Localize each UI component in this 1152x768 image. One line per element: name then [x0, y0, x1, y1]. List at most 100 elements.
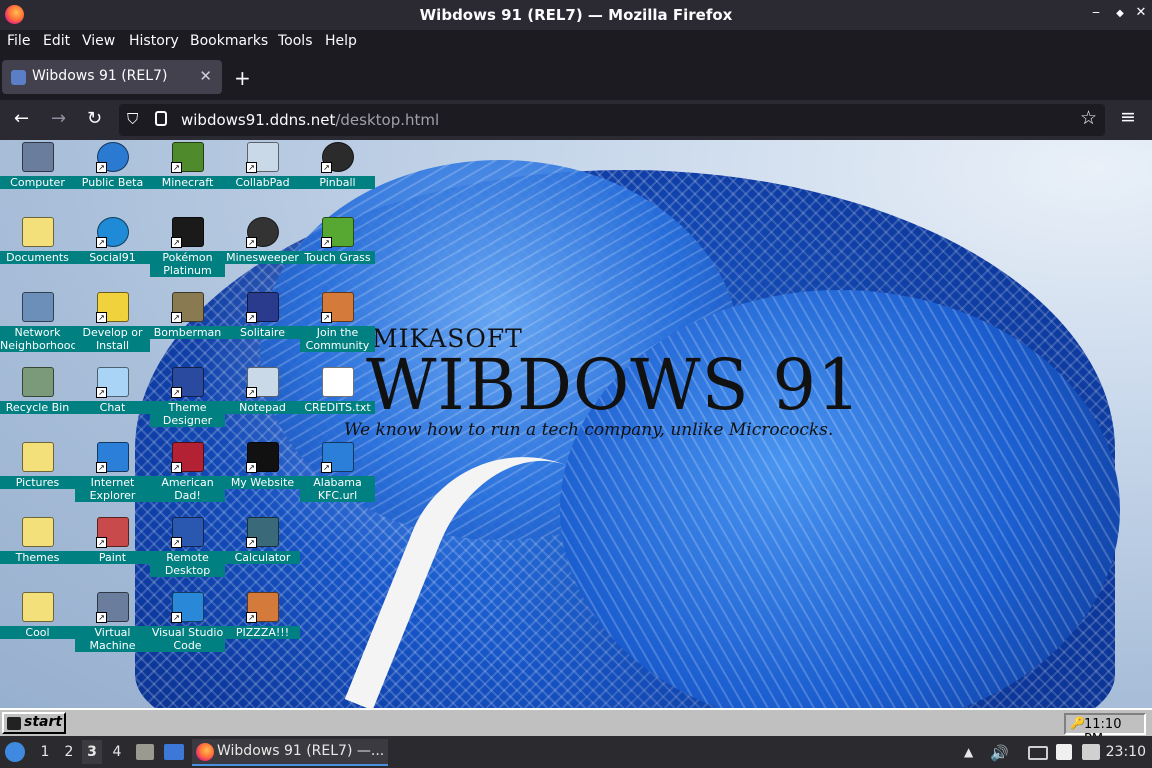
- close-window-button[interactable]: ✕: [1131, 5, 1151, 20]
- icon-glyph: [22, 367, 54, 397]
- desktop-icon[interactable]: ↗ Minesweeper: [225, 215, 300, 290]
- desktop-icon[interactable]: ↗ Notepad: [225, 365, 300, 440]
- desktop-icon-label: Documents: [0, 251, 75, 264]
- desktop-icon[interactable]: Network Neighborhood: [0, 290, 77, 365]
- desktop-icon-label: Public Beta: [75, 176, 150, 189]
- panel-clock[interactable]: 23:10: [1106, 744, 1146, 760]
- desktop-icon-label: Minesweeper: [225, 251, 300, 264]
- lock-icon[interactable]: [155, 111, 167, 126]
- reload-button[interactable]: ↻: [87, 108, 102, 129]
- icon-glyph: [22, 292, 54, 322]
- desktop-icon-label: Touch Grass: [300, 251, 375, 264]
- shortcut-arrow-icon: ↗: [96, 537, 107, 548]
- workspace-3[interactable]: 3: [82, 740, 102, 764]
- wibdows-desktop[interactable]: MIKASOFT WIBDOWS 91 We know how to run a…: [0, 140, 1152, 708]
- desktop-icon[interactable]: Pictures: [0, 440, 75, 515]
- recycle-bin-icon: [22, 367, 54, 397]
- desktop-icon[interactable]: ↗ Visual Studio Code: [150, 590, 225, 665]
- desktop-icon[interactable]: ↗ Develop or Install: [75, 290, 150, 365]
- desktop-icon-label: Notepad: [225, 401, 300, 414]
- folder-icon: [22, 592, 54, 622]
- desktop-icon[interactable]: ↗ Theme Designer: [150, 365, 225, 440]
- maximize-button[interactable]: ◆: [1110, 8, 1130, 19]
- menu-help[interactable]: Help: [325, 33, 357, 49]
- text-file-icon: [322, 367, 354, 397]
- system-panel: 1 2 3 4 Wibdows 91 (REL7) —... ▲ 🔊 23:10: [0, 736, 1152, 768]
- tray-up-icon[interactable]: ▲: [964, 745, 973, 759]
- shortcut-arrow-icon: ↗: [246, 312, 257, 323]
- window-title: Wibdows 91 (REL7) — Mozilla Firefox: [419, 6, 733, 24]
- desktop-icon[interactable]: ↗ Bomberman: [150, 290, 225, 365]
- back-button[interactable]: ←: [14, 108, 29, 129]
- clipboard-icon[interactable]: [1056, 744, 1072, 760]
- desktop-icon[interactable]: ↗ Virtual Machine: [75, 590, 150, 665]
- desktop-icon-label: Solitaire: [225, 326, 300, 339]
- desktop-icon[interactable]: Recycle Bin: [0, 365, 75, 440]
- desktop-icon[interactable]: Themes: [0, 515, 75, 590]
- close-tab-icon[interactable]: ✕: [199, 67, 212, 85]
- app-menu-button[interactable]: ≡: [1120, 106, 1136, 128]
- desktop-icon[interactable]: ↗ Minecraft: [150, 140, 225, 215]
- desktop-icon[interactable]: ↗ CollabPad: [225, 140, 300, 215]
- icon-glyph: [22, 217, 54, 247]
- desktop-icon[interactable]: ↗ Internet Explorer: [75, 440, 150, 515]
- tab-strip: Wibdows 91 (REL7) ✕ +: [0, 54, 1152, 100]
- desktop-icon-label: Alabama KFC.url: [300, 476, 375, 502]
- app-menu-icon[interactable]: [5, 742, 25, 762]
- desktop-icon[interactable]: ↗ Paint: [75, 515, 150, 590]
- desktop-icon[interactable]: ↗ Pokémon Platinum: [150, 215, 225, 290]
- show-desktop-icon[interactable]: [164, 744, 184, 760]
- workspace-1[interactable]: 1: [35, 744, 55, 760]
- desktop-icon-label: Minecraft: [150, 176, 225, 189]
- menu-history[interactable]: History: [129, 33, 179, 49]
- menu-bookmarks[interactable]: Bookmarks: [190, 33, 268, 49]
- desktop-icon[interactable]: ↗ Touch Grass: [300, 215, 375, 290]
- bookmark-star-icon[interactable]: ☆: [1080, 107, 1097, 129]
- display-icon[interactable]: [1028, 746, 1048, 760]
- workspace-4[interactable]: 4: [107, 744, 127, 760]
- menu-view[interactable]: View: [82, 33, 115, 49]
- desktop-icon[interactable]: ↗ PIZZZA!!!: [225, 590, 300, 665]
- desktop-icon[interactable]: ↗ Remote Desktop: [150, 515, 225, 590]
- url-bar[interactable]: ⛉ wibdows91.ddns.net/desktop.html: [119, 104, 1105, 136]
- shortcut-arrow-icon: ↗: [171, 162, 182, 173]
- tab-wibdows[interactable]: Wibdows 91 (REL7) ✕: [2, 60, 222, 94]
- desktop-icon[interactable]: ↗ Alabama KFC.url: [300, 440, 375, 515]
- desktop-icon[interactable]: ↗ My Website: [225, 440, 300, 515]
- desktop-icon[interactable]: CREDITS.txt: [300, 365, 375, 440]
- desktop-icon[interactable]: Cool: [0, 590, 75, 665]
- desktop-icon-label: Cool: [0, 626, 75, 639]
- new-tab-button[interactable]: +: [234, 66, 251, 90]
- file-manager-icon[interactable]: [136, 744, 154, 760]
- menu-edit[interactable]: Edit: [43, 33, 70, 49]
- desktop-icon[interactable]: ↗ Pinball: [300, 140, 375, 215]
- wibdows-tray: 🔑 11:10 PM: [1064, 713, 1146, 747]
- key-icon[interactable]: 🔑: [1070, 716, 1085, 730]
- minimize-button[interactable]: ⎯: [1086, 5, 1106, 20]
- url-path: /desktop.html: [335, 111, 440, 129]
- desktop-icon[interactable]: ↗ Calculator: [225, 515, 300, 590]
- url-text[interactable]: wibdows91.ddns.net/desktop.html: [181, 111, 439, 129]
- menu-file[interactable]: File: [7, 33, 30, 49]
- forward-button[interactable]: →: [51, 108, 66, 129]
- taskbar-item-firefox[interactable]: Wibdows 91 (REL7) —...: [192, 739, 388, 766]
- volume-icon[interactable]: 🔊: [990, 744, 1009, 762]
- desktop-icon[interactable]: ↗ Chat: [75, 365, 150, 440]
- start-button[interactable]: start: [2, 712, 66, 734]
- tracking-shield-icon[interactable]: ⛉: [127, 110, 138, 128]
- brand-wibdows-91: WIBDOWS 91: [366, 344, 862, 426]
- computer-icon: [22, 142, 54, 172]
- desktop-icon[interactable]: ↗ Solitaire: [225, 290, 300, 365]
- workspace-2[interactable]: 2: [59, 744, 79, 760]
- desktop-icon[interactable]: Documents: [0, 215, 75, 290]
- desktop-icon[interactable]: ↗ American Dad!: [150, 440, 225, 515]
- desktop-icon[interactable]: ↗ Join the Community: [300, 290, 375, 365]
- desktop-icon[interactable]: Computer: [0, 140, 75, 215]
- icon-glyph: [22, 517, 54, 547]
- notifications-icon[interactable]: [1082, 744, 1100, 760]
- desktop-icon[interactable]: ↗ Social91: [75, 215, 150, 290]
- tab-label: Wibdows 91 (REL7): [32, 68, 168, 84]
- menu-tools[interactable]: Tools: [278, 33, 313, 49]
- desktop-icon[interactable]: ↗ Public Beta: [75, 140, 150, 215]
- desktop-icon-label: My Website: [225, 476, 300, 489]
